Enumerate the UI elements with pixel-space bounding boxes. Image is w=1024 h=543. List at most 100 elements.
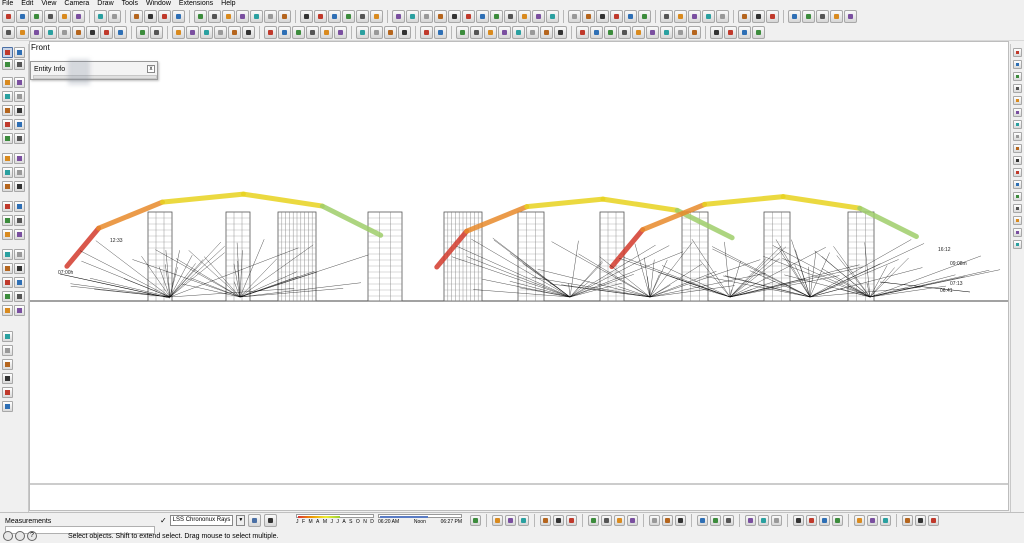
tool-button-icon[interactable] [1013,168,1022,177]
tool-button-icon[interactable] [2,153,13,164]
tool-button-icon[interactable] [14,59,25,70]
tool-button-icon[interactable] [1013,204,1022,213]
toolbar-button-icon[interactable] [490,9,503,23]
toolbar-button-icon[interactable] [94,9,107,23]
toolbar-button-icon[interactable] [738,25,751,39]
tool-button-icon[interactable] [1013,48,1022,57]
toolbar-button-icon[interactable] [58,25,71,39]
tool-button-icon[interactable] [2,249,13,260]
toolbar-button-icon[interactable] [420,9,433,23]
toolbar-button-icon[interactable] [505,515,516,526]
tool-button-icon[interactable] [1013,216,1022,225]
toolbar-button-icon[interactable] [624,9,637,23]
tool-button-icon[interactable] [14,47,25,58]
toolbar-button-icon[interactable] [144,9,157,23]
toolbar-button-icon[interactable] [356,9,369,23]
toolbar-button-icon[interactable] [370,25,383,39]
chevron-down-icon[interactable]: ▼ [236,515,246,526]
toolbar-button-icon[interactable] [320,25,333,39]
tool-button-icon[interactable] [2,277,13,288]
toolbar-button-icon[interactable] [208,9,221,23]
tool-button-icon[interactable] [14,119,25,130]
toolbar-button-icon[interactable] [576,25,589,39]
menu-edit[interactable]: Edit [21,0,33,8]
toolbar-button-icon[interactable] [830,9,843,23]
toolbar-button-icon[interactable] [554,25,567,39]
toolbar-button-icon[interactable] [278,9,291,23]
tool-button-icon[interactable] [1013,96,1022,105]
toolbar-button-icon[interactable] [793,515,804,526]
tool-button-icon[interactable] [14,305,25,316]
tool-button-icon[interactable] [1013,60,1022,69]
toolbar-button-icon[interactable] [771,515,782,526]
tool-button-icon[interactable] [1013,180,1022,189]
toolbar-button-icon[interactable] [398,25,411,39]
menu-tools[interactable]: Tools [122,0,138,8]
tool-button-icon[interactable] [1013,108,1022,117]
toolbar-button-icon[interactable] [596,9,609,23]
tool-button-icon[interactable] [2,373,13,384]
toolbar-button-icon[interactable] [114,25,127,39]
toolbar-button-icon[interactable] [186,25,199,39]
toolbar-button-icon[interactable] [660,25,673,39]
tool-button-icon[interactable] [1013,132,1022,141]
tool-button-icon[interactable] [2,133,13,144]
toolbar-button-icon[interactable] [72,9,85,23]
toolbar-button-icon[interactable] [724,25,737,39]
toolbar-button-icon[interactable] [16,25,29,39]
toolbar-button-icon[interactable] [342,9,355,23]
toolbar-button-icon[interactable] [532,9,545,23]
toolbar-button-icon[interactable] [30,25,43,39]
tool-button-icon[interactable] [2,59,13,70]
toolbar-button-icon[interactable] [434,25,447,39]
toolbar-button-icon[interactable] [610,9,623,23]
toolbar-button-icon[interactable] [492,515,503,526]
toolbar-button-icon[interactable] [2,25,15,39]
tool-button-icon[interactable] [1013,240,1022,249]
toolbar-button-icon[interactable] [752,9,765,23]
toolbar-button-icon[interactable] [434,9,447,23]
tool-button-icon[interactable] [1013,192,1022,201]
tool-button-icon[interactable] [2,47,13,58]
toolbar-button-icon[interactable] [566,515,577,526]
toolbar-button-icon[interactable] [250,9,263,23]
toolbar-button-icon[interactable] [819,515,830,526]
toolbar-button-icon[interactable] [228,25,241,39]
toolbar-button-icon[interactable] [738,9,751,23]
toolbar-button-icon[interactable] [470,515,481,526]
model-viewport[interactable]: Front 07:00h 16:12 07:13 06:41 12:33 09:08m [29,41,1009,511]
toolbar-button-icon[interactable] [456,25,469,39]
toolbar-button-icon[interactable] [604,25,617,39]
toolbar-button-icon[interactable] [172,9,185,23]
toolbar-button-icon[interactable] [58,9,71,23]
tool-button-icon[interactable] [2,167,13,178]
toolbar-button-icon[interactable] [614,515,625,526]
toolbar-button-icon[interactable] [902,515,913,526]
tool-button-icon[interactable] [14,229,25,240]
geolocation-icon[interactable] [3,531,13,541]
toolbar-button-icon[interactable] [618,25,631,39]
toolbar-button-icon[interactable] [392,9,405,23]
tool-button-icon[interactable] [2,305,13,316]
toolbar-button-icon[interactable] [568,9,581,23]
tool-button-icon[interactable] [1013,156,1022,165]
toolbar-button-icon[interactable] [540,515,551,526]
tool-button-icon[interactable] [14,153,25,164]
toolbar-button-icon[interactable] [328,9,341,23]
toolbar-button-icon[interactable] [194,9,207,23]
toolbar-button-icon[interactable] [546,9,559,23]
chrono-layer-select[interactable]: LSS Chrononux Rays [169,515,234,526]
toolbar-button-icon[interactable] [632,25,645,39]
toolbar-button-icon[interactable] [356,25,369,39]
tool-button-icon[interactable] [14,215,25,226]
toolbar-button-icon[interactable] [688,25,701,39]
toolbar-button-icon[interactable] [136,25,149,39]
toolbar-button-icon[interactable] [590,25,603,39]
tool-button-icon[interactable] [2,181,13,192]
toolbar-button-icon[interactable] [222,9,235,23]
toolbar-button-icon[interactable] [462,9,475,23]
shadow-toggle-icon[interactable] [248,514,262,527]
toolbar-button-icon[interactable] [674,9,687,23]
tool-button-icon[interactable] [14,249,25,260]
toolbar-button-icon[interactable] [674,25,687,39]
